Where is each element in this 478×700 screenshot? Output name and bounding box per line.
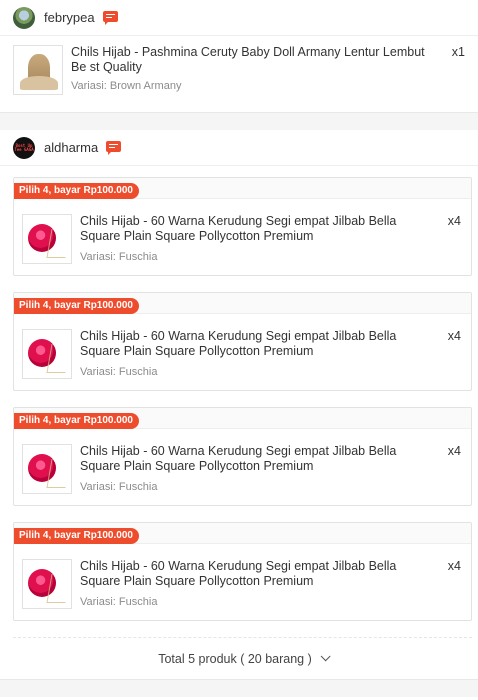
product-thumbnail: [22, 214, 72, 264]
product-thumbnail: [22, 444, 72, 494]
product-quantity: x4: [447, 444, 461, 458]
product-title: Chils Hijab - Pashmina Ceruty Baby Doll …: [71, 45, 425, 74]
avatar-text: Bost Up Tee GAGA: [14, 142, 34, 152]
product-quantity: x1: [451, 45, 465, 59]
product-variant: Variasi: Fuschia: [80, 366, 158, 378]
chevron-down-icon: [320, 651, 331, 662]
shop-avatar: [13, 6, 35, 29]
product-quantity: x4: [447, 214, 461, 228]
product-title: Chils Hijab - 60 Warna Kerudung Segi emp…: [80, 559, 397, 588]
product-variant: Variasi: Brown Armany: [71, 80, 182, 92]
product-quantity: x4: [447, 559, 461, 573]
bundle-body: Chils Hijab - 60 Warna Kerudung Segi emp…: [14, 314, 471, 390]
product-variant: Variasi: Fuschia: [80, 596, 158, 608]
product-info: Chils Hijab - 60 Warna Kerudung Segi emp…: [80, 444, 461, 494]
chat-bubble-icon[interactable]: [102, 10, 118, 25]
bundle-body: Chils Hijab - 60 Warna Kerudung Segi emp…: [14, 429, 471, 505]
total-products-label: Total 5 produk ( 20 barang ): [158, 651, 312, 666]
bundle-item[interactable]: Pilih 4, bayar Rp100.000 Chils Hijab - 6…: [13, 407, 472, 506]
product-thumbnail: [22, 559, 72, 609]
shop-name[interactable]: febrypea: [44, 10, 95, 25]
shop-card-febrypea: febrypea Chils Hijab - Pashmina Ceruty B…: [0, 0, 478, 113]
promo-tag: Pilih 4, bayar Rp100.000: [14, 413, 139, 429]
section-divider: [0, 113, 478, 130]
product-info: Chils Hijab - 60 Warna Kerudung Segi emp…: [80, 329, 461, 379]
bundle-header: Pilih 4, bayar Rp100.000: [14, 523, 471, 544]
expand-products-toggle[interactable]: Total 5 produk ( 20 barang ): [13, 637, 472, 679]
product-variant: Variasi: Fuschia: [80, 481, 158, 493]
product-title: Chils Hijab - 60 Warna Kerudung Segi emp…: [80, 329, 397, 358]
order-item[interactable]: Chils Hijab - Pashmina Ceruty Baby Doll …: [0, 36, 478, 112]
product-thumbnail: [13, 45, 63, 95]
bundle-header: Pilih 4, bayar Rp100.000: [14, 408, 471, 429]
promo-tag: Pilih 4, bayar Rp100.000: [14, 183, 139, 199]
product-quantity: x4: [447, 329, 461, 343]
product-info: Chils Hijab - 60 Warna Kerudung Segi emp…: [80, 214, 461, 264]
product-info: Chils Hijab - 60 Warna Kerudung Segi emp…: [80, 559, 461, 609]
bundle-body: Chils Hijab - 60 Warna Kerudung Segi emp…: [14, 199, 471, 275]
section-divider: [0, 680, 478, 697]
bundle-list: Pilih 4, bayar Rp100.000 Chils Hijab - 6…: [0, 166, 478, 621]
product-title: Chils Hijab - 60 Warna Kerudung Segi emp…: [80, 214, 397, 243]
bundle-item[interactable]: Pilih 4, bayar Rp100.000 Chils Hijab - 6…: [13, 177, 472, 276]
product-info: Chils Hijab - Pashmina Ceruty Baby Doll …: [71, 45, 465, 95]
bundle-body: Chils Hijab - 60 Warna Kerudung Segi emp…: [14, 544, 471, 620]
promo-tag: Pilih 4, bayar Rp100.000: [14, 298, 139, 314]
shop-header[interactable]: Bost Up Tee GAGA aldharma: [0, 130, 478, 166]
product-title: Chils Hijab - 60 Warna Kerudung Segi emp…: [80, 444, 397, 473]
shop-header[interactable]: febrypea: [0, 0, 478, 36]
shop-name[interactable]: aldharma: [44, 140, 98, 155]
bundle-header: Pilih 4, bayar Rp100.000: [14, 178, 471, 199]
bundle-header: Pilih 4, bayar Rp100.000: [14, 293, 471, 314]
shop-card-aldharma: Bost Up Tee GAGA aldharma Pilih 4, bayar…: [0, 130, 478, 680]
shop-avatar: Bost Up Tee GAGA: [13, 136, 35, 159]
product-variant: Variasi: Fuschia: [80, 251, 158, 263]
bundle-item[interactable]: Pilih 4, bayar Rp100.000 Chils Hijab - 6…: [13, 522, 472, 621]
bundle-item[interactable]: Pilih 4, bayar Rp100.000 Chils Hijab - 6…: [13, 292, 472, 391]
product-thumbnail: [22, 329, 72, 379]
order-list: febrypea Chils Hijab - Pashmina Ceruty B…: [0, 0, 478, 700]
chat-bubble-icon[interactable]: [106, 140, 122, 155]
promo-tag: Pilih 4, bayar Rp100.000: [14, 528, 139, 544]
